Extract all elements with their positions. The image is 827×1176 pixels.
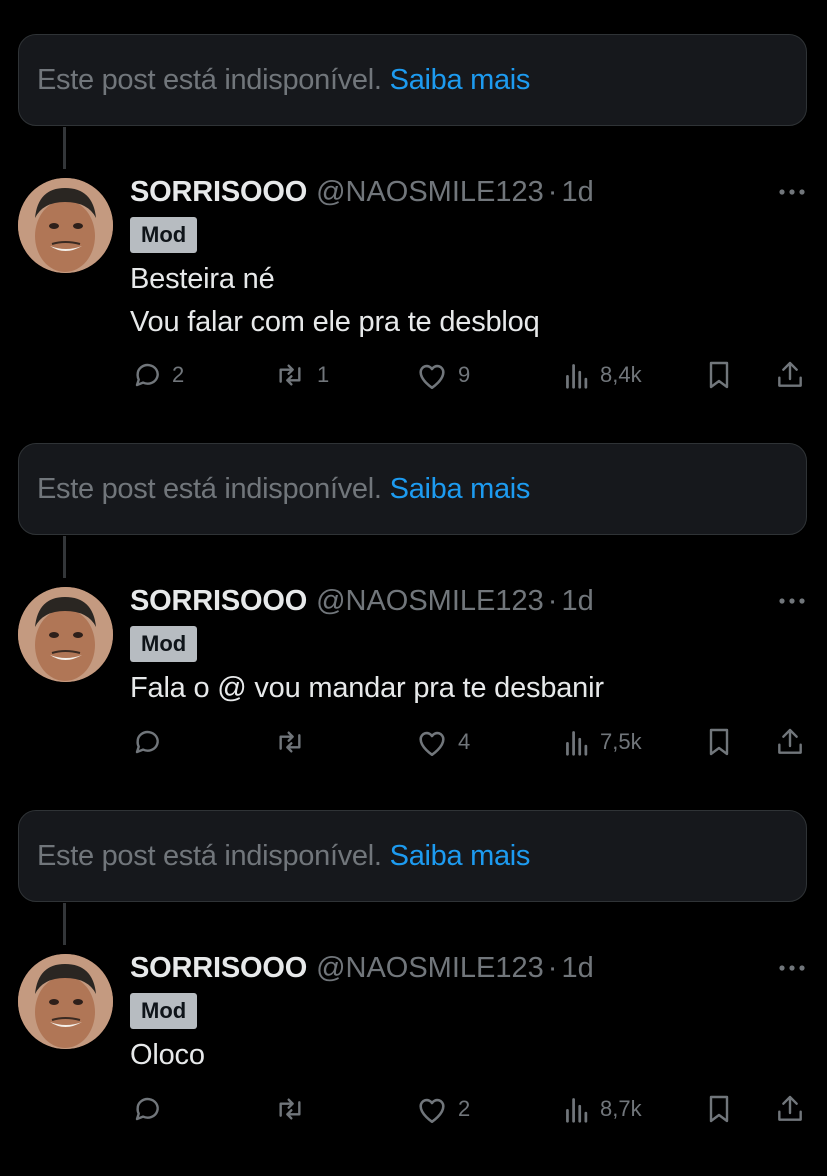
thread-connector (63, 903, 66, 945)
post-text-line: Fala o @ vou mandar pra te desbanir (130, 672, 604, 704)
share-icon (778, 361, 802, 387)
reply-count: 2 (172, 362, 185, 387)
mod-badge: Mod (130, 217, 198, 253)
post-header: SORRISOOO @NAOSMILE123 · 1d (130, 948, 594, 988)
display-name[interactable]: SORRISOOO (130, 176, 307, 209)
timestamp[interactable]: 1d (561, 176, 593, 209)
bookmark-button[interactable] (705, 355, 733, 395)
post-text-line: Besteira né (130, 263, 275, 295)
user-handle[interactable]: @NAOSMILE123 (316, 176, 544, 209)
views-count: 7,5k (600, 729, 642, 754)
views-count: 8,4k (600, 362, 642, 387)
like-button[interactable]: 4 (415, 722, 470, 762)
post-text: Fala o @ vou mandar pra te desbanir (130, 667, 604, 710)
unavailable-post-notice: Este post está indisponível. Saiba mais (18, 810, 807, 902)
notice-text: Este post está indisponível. (37, 472, 382, 505)
post-text: Besteira né Vou falar com ele pra te des… (130, 258, 540, 344)
post-text-line: Vou falar com ele pra te desbloq (130, 306, 540, 338)
views-button[interactable]: 8,7k (563, 1089, 642, 1129)
display-name[interactable]: SORRISOOO (130, 952, 307, 985)
bookmark-icon (709, 361, 729, 389)
bookmark-button[interactable] (705, 722, 733, 762)
avatar[interactable] (18, 178, 113, 273)
like-button[interactable]: 2 (415, 1089, 470, 1129)
mod-badge: Mod (130, 626, 198, 662)
more-icon[interactable] (776, 587, 808, 615)
thread-block: Este post está indisponível. Saiba mais … (0, 0, 827, 400)
reply-button[interactable] (131, 1089, 172, 1129)
learn-more-link[interactable]: Saiba mais (390, 64, 531, 97)
user-handle[interactable]: @NAOSMILE123 (316, 952, 544, 985)
learn-more-link[interactable]: Saiba mais (390, 473, 531, 506)
unavailable-post-notice: Este post está indisponível. Saiba mais (18, 34, 807, 126)
heart-icon (419, 731, 445, 757)
share-button[interactable] (774, 1089, 806, 1129)
action-bar: 2 8,7k (0, 1089, 827, 1129)
reply-icon (135, 1097, 159, 1121)
repost-icon (279, 731, 301, 753)
repost-icon (279, 364, 301, 386)
repost-button[interactable]: 1 (272, 355, 329, 395)
avatar[interactable] (18, 954, 113, 1049)
share-icon (778, 728, 802, 754)
action-bar: 4 7,5k (0, 722, 827, 762)
views-icon (566, 1098, 588, 1123)
heart-icon (419, 364, 445, 390)
separator: · (547, 175, 558, 208)
separator: · (547, 584, 558, 617)
bookmark-icon (709, 1095, 729, 1123)
post-text-line: Oloco (130, 1039, 205, 1071)
repost-button[interactable] (272, 722, 317, 762)
like-count: 9 (458, 362, 471, 387)
timestamp[interactable]: 1d (561, 952, 593, 985)
like-count: 4 (458, 729, 471, 754)
notice-text: Este post está indisponível. (37, 839, 382, 872)
timestamp[interactable]: 1d (561, 585, 593, 618)
reply-button[interactable] (131, 722, 172, 762)
repost-icon (279, 1098, 301, 1120)
post-text: Oloco (130, 1034, 205, 1077)
reply-button[interactable]: 2 (131, 355, 184, 395)
mod-badge: Mod (130, 993, 198, 1029)
views-icon (566, 731, 588, 756)
reply-icon (135, 363, 159, 387)
avatar[interactable] (18, 587, 113, 682)
bookmark-button[interactable] (705, 1089, 733, 1129)
repost-button[interactable] (272, 1089, 317, 1129)
like-count: 2 (458, 1096, 471, 1121)
views-icon (566, 364, 588, 389)
separator: · (547, 951, 558, 984)
reply-icon (135, 730, 159, 754)
views-count: 8,7k (600, 1096, 642, 1121)
notice-text: Este post está indisponível. (37, 63, 382, 96)
user-handle[interactable]: @NAOSMILE123 (316, 585, 544, 618)
bookmark-icon (709, 728, 729, 756)
learn-more-link[interactable]: Saiba mais (390, 840, 531, 873)
thread-connector (63, 536, 66, 578)
heart-icon (419, 1098, 445, 1124)
post-header: SORRISOOO @NAOSMILE123 · 1d (130, 172, 594, 212)
thread-connector (63, 127, 66, 169)
unavailable-post-notice: Este post está indisponível. Saiba mais (18, 443, 807, 535)
share-icon (778, 1095, 802, 1121)
more-icon[interactable] (776, 178, 808, 206)
repost-count: 1 (317, 362, 330, 387)
post-header: SORRISOOO @NAOSMILE123 · 1d (130, 581, 594, 621)
share-button[interactable] (774, 722, 806, 762)
views-button[interactable]: 7,5k (563, 722, 642, 762)
share-button[interactable] (774, 355, 806, 395)
like-button[interactable]: 9 (415, 355, 470, 395)
thread-block: Este post está indisponível. Saiba mais … (0, 409, 827, 809)
display-name[interactable]: SORRISOOO (130, 585, 307, 618)
thread-block: Este post está indisponível. Saiba mais … (0, 776, 827, 1176)
views-button[interactable]: 8,4k (563, 355, 642, 395)
action-bar: 2 1 9 8,4k (0, 355, 827, 395)
more-icon[interactable] (776, 954, 808, 982)
